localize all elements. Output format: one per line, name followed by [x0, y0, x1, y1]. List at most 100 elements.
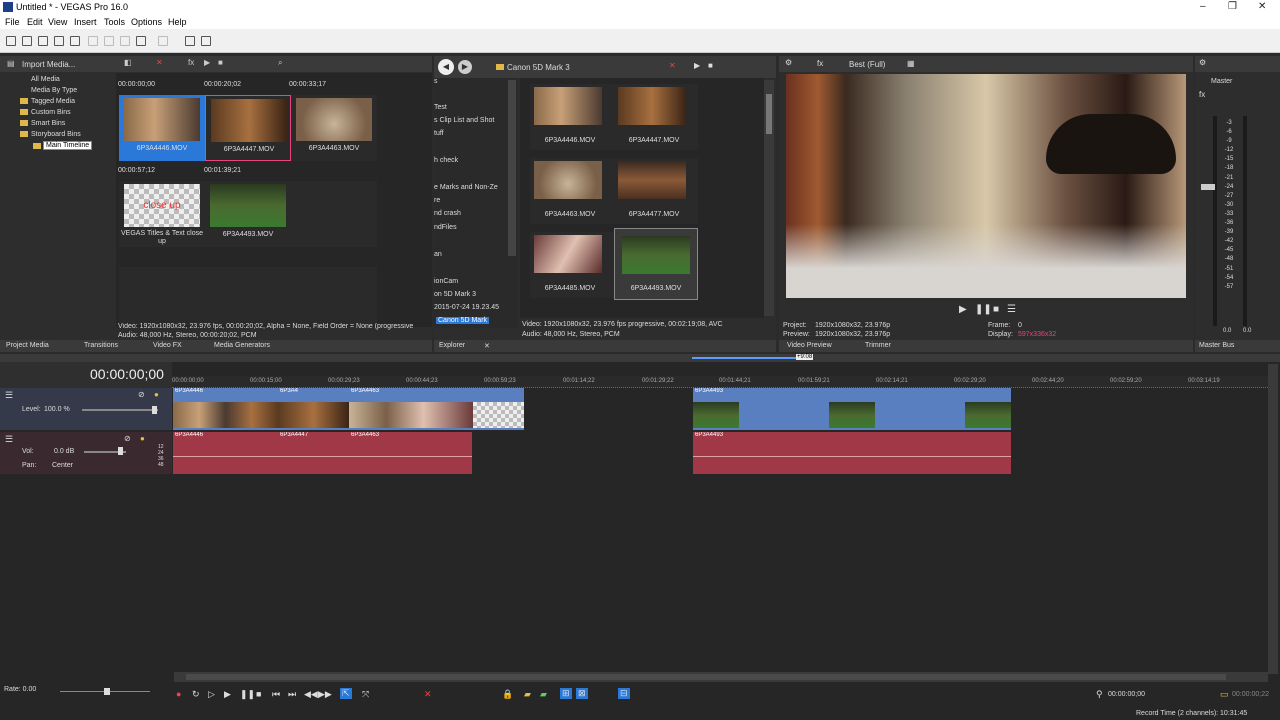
- zoom-icon[interactable]: ⌕: [278, 58, 282, 68]
- crossfade-icon[interactable]: ⊟: [618, 688, 630, 699]
- mute-icon[interactable]: ⊘: [124, 434, 131, 443]
- marker-pin-icon[interactable]: ⚲: [1096, 689, 1103, 700]
- explorer-tree-item[interactable]: ndFiles: [434, 224, 457, 231]
- title-clip[interactable]: [473, 388, 524, 430]
- tab-media-generators[interactable]: Media Generators: [214, 342, 270, 349]
- video-clip[interactable]: 6P3A4: [278, 388, 349, 430]
- master-settings-icon[interactable]: ⚙: [1199, 58, 1206, 67]
- video-clip[interactable]: 6P3A4446: [173, 388, 278, 430]
- vol-slider-thumb[interactable]: [118, 447, 123, 455]
- render-icon[interactable]: [88, 36, 98, 46]
- play-icon[interactable]: ▶: [224, 689, 231, 700]
- explorer-tree-item[interactable]: nd crash: [434, 210, 461, 217]
- level-slider-thumb[interactable]: [152, 406, 157, 414]
- normal-edit-tool-icon[interactable]: ⇱: [340, 688, 352, 699]
- media-thumb[interactable]: 6P3A4493.MOV: [205, 181, 291, 247]
- play-icon[interactable]: ▶: [204, 58, 210, 67]
- video-clip[interactable]: 6P3A4463: [349, 388, 473, 430]
- file-thumb[interactable]: 6P3A4446.MOV: [530, 84, 614, 150]
- preview-stop-icon[interactable]: ■: [993, 304, 999, 315]
- timeline-horizontal-scrollbar[interactable]: [174, 672, 1268, 682]
- tree-main-timeline[interactable]: Main Timeline: [43, 141, 93, 150]
- menu-view[interactable]: View: [48, 17, 67, 27]
- audio-clip[interactable]: 6P3A4447: [278, 432, 349, 474]
- capture-icon[interactable]: ◧: [124, 58, 132, 67]
- undo-icon[interactable]: [136, 36, 146, 46]
- preview-settings-icon[interactable]: ⚙: [785, 58, 792, 67]
- video-track-header[interactable]: ☰ ⊘ ● Level: 100.0 %: [0, 388, 172, 430]
- loop-marker[interactable]: +9:08: [796, 354, 814, 360]
- menu-help[interactable]: Help: [168, 17, 187, 27]
- tab-master-bus[interactable]: Master Bus: [1199, 342, 1234, 349]
- save-icon[interactable]: [38, 36, 48, 46]
- file-thumb[interactable]: 6P3A4463.MOV: [530, 158, 614, 224]
- audio-clip[interactable]: 6P3A4493: [693, 432, 1011, 474]
- auto-ripple-icon[interactable]: ⊠: [576, 688, 588, 699]
- solo-icon[interactable]: ●: [140, 434, 145, 443]
- cut-icon[interactable]: [104, 36, 114, 46]
- prev-frame-icon[interactable]: ◀◀: [304, 689, 318, 700]
- mute-icon[interactable]: ⊘: [138, 390, 145, 399]
- tree-smart-bins[interactable]: Smart Bins: [31, 120, 65, 127]
- video-clip[interactable]: 6P3A4493: [693, 388, 1011, 430]
- preview-play-icon[interactable]: ▶: [959, 304, 967, 315]
- menu-insert[interactable]: Insert: [74, 17, 97, 27]
- timeline-ruler[interactable]: 00:00:00;00 00:00:15;00 00:00:29;23 00:0…: [172, 376, 1268, 388]
- media-thumb-selected[interactable]: 6P3A4446.MOV: [119, 95, 205, 161]
- stop-icon[interactable]: ■: [218, 58, 223, 67]
- tab-transitions[interactable]: Transitions: [84, 342, 118, 349]
- go-to-end-icon[interactable]: ⏭: [288, 689, 296, 700]
- open-icon[interactable]: [22, 36, 32, 46]
- restore-icon[interactable]: ❐: [1228, 1, 1237, 12]
- explorer-tree-item[interactable]: s: [434, 78, 438, 85]
- snap-icon[interactable]: ⊞: [560, 688, 572, 699]
- explorer-tree-item[interactable]: tuff: [434, 130, 444, 137]
- scrollbar-thumb[interactable]: [766, 94, 772, 134]
- new-project-icon[interactable]: [6, 36, 16, 46]
- tree-custom-bins[interactable]: Custom Bins: [31, 109, 71, 116]
- preview-menu-icon[interactable]: ☰: [1007, 304, 1016, 315]
- stop-icon[interactable]: ■: [256, 689, 261, 699]
- close-tab-icon[interactable]: ✕: [484, 342, 490, 350]
- explorer-tree-item[interactable]: h check: [434, 157, 458, 164]
- help-icon[interactable]: [201, 36, 211, 46]
- media-thumb[interactable]: 6P3A4463.MOV: [291, 95, 377, 161]
- tree-all-media[interactable]: All Media: [31, 76, 60, 83]
- redo-icon[interactable]: [158, 36, 168, 46]
- snap-icon[interactable]: [185, 36, 195, 46]
- scrollbar-thumb[interactable]: [186, 674, 1226, 680]
- copy-icon[interactable]: [120, 36, 130, 46]
- menu-options[interactable]: Options: [131, 17, 162, 27]
- timeline-vertical-scrollbar[interactable]: [1268, 364, 1278, 674]
- next-frame-icon[interactable]: ▶▶: [318, 689, 332, 700]
- go-to-start-icon[interactable]: ⏮: [272, 689, 280, 700]
- explorer-tree-item[interactable]: re: [434, 197, 440, 204]
- file-thumb[interactable]: 6P3A4477.MOV: [614, 158, 698, 224]
- explorer-tree-item[interactable]: on 5D Mark 3: [434, 291, 476, 298]
- tab-explorer[interactable]: Explorer: [439, 342, 465, 349]
- tab-project-media[interactable]: Project Media: [6, 342, 49, 349]
- remove-media-icon[interactable]: ✕: [156, 58, 163, 67]
- rate-slider-thumb[interactable]: [104, 688, 110, 695]
- delete-icon[interactable]: ✕: [424, 689, 432, 700]
- explorer-tree-item[interactable]: 2015-07-24 19.23.45: [434, 304, 499, 311]
- explorer-tree-item[interactable]: an: [434, 251, 442, 258]
- explorer-tree-item[interactable]: e Marks and Non-Ze: [434, 184, 498, 191]
- audio-track-header[interactable]: ☰ ⊘ ● Vol: 0.0 dB Pan: Center 12 24 36 48: [0, 432, 172, 474]
- tab-trimmer[interactable]: Trimmer: [865, 342, 891, 349]
- loop-region[interactable]: [692, 357, 796, 359]
- loop-icon[interactable]: ↻: [192, 689, 200, 700]
- tab-video-fx[interactable]: Video FX: [153, 342, 182, 349]
- import-media-button[interactable]: Import Media...: [22, 60, 75, 69]
- file-thumb[interactable]: 6P3A4485.MOV: [530, 232, 614, 298]
- audio-clip[interactable]: 6P3A4446: [173, 432, 278, 474]
- save-as-icon[interactable]: [54, 36, 64, 46]
- menu-edit[interactable]: Edit: [27, 17, 43, 27]
- level-slider[interactable]: [82, 409, 158, 411]
- file-thumb[interactable]: 6P3A4447.MOV: [614, 84, 698, 150]
- fx-icon[interactable]: fx: [188, 58, 194, 67]
- close-icon[interactable]: ✕: [1258, 1, 1266, 12]
- envelope-tool-icon[interactable]: ⤧: [362, 689, 369, 700]
- audio-clip[interactable]: 6P3A4463: [349, 432, 472, 474]
- explorer-tree-item[interactable]: Test: [434, 104, 447, 111]
